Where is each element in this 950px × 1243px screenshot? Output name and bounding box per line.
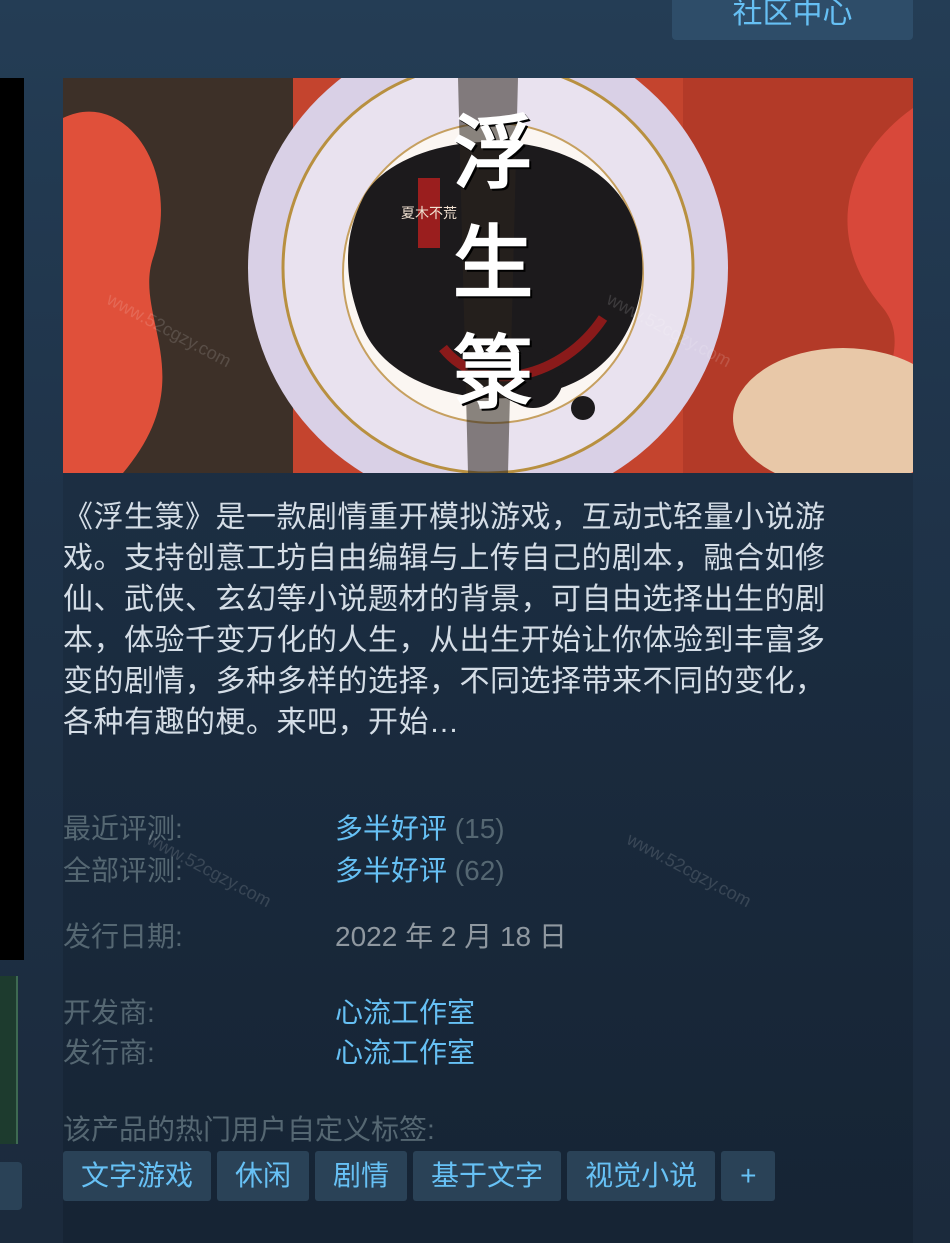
- user-tags-label: 该产品的热门用户自定义标签:: [63, 1114, 435, 1145]
- all-reviews-count: (62): [454, 855, 505, 886]
- media-carousel-edge: [0, 78, 24, 960]
- developer-label: 开发商:: [63, 997, 155, 1028]
- user-tags-list: 文字游戏 休闲 剧情 基于文字 视觉小说 +: [63, 1151, 776, 1201]
- recent-reviews-count: (15): [454, 813, 505, 844]
- screenshot-thumbnail[interactable]: [0, 976, 18, 1144]
- publisher-label: 发行商:: [63, 1037, 155, 1068]
- release-date-label: 发行日期:: [63, 921, 183, 952]
- tag-visual-novel[interactable]: 视觉小说: [567, 1151, 716, 1201]
- recent-reviews-label: 最近评测:: [63, 813, 183, 844]
- add-tag-button[interactable]: +: [721, 1151, 776, 1201]
- release-date-value: 2022 年 2 月 18 日: [335, 921, 567, 952]
- tag-text-based[interactable]: 基于文字: [413, 1151, 562, 1201]
- community-hub-button[interactable]: 社区中心: [672, 0, 913, 40]
- all-reviews-summary[interactable]: 多半好评 (62): [335, 854, 505, 888]
- tag-casual[interactable]: 休闲: [217, 1151, 310, 1201]
- recent-reviews-summary[interactable]: 多半好评 (15): [335, 812, 505, 846]
- game-description: 《浮生箓》是一款剧情重开模拟游戏，互动式轻量小说游戏。支持创意工坊自由编辑与上传…: [63, 501, 826, 739]
- tag-story[interactable]: 剧情: [315, 1151, 408, 1201]
- game-logo-text: 浮生箓: [453, 106, 533, 420]
- recent-reviews-score[interactable]: 多半好评: [335, 813, 447, 844]
- developer-link[interactable]: 心流工作室: [335, 996, 475, 1030]
- tag-text-based-game[interactable]: 文字游戏: [63, 1151, 212, 1201]
- publisher-link[interactable]: 心流工作室: [335, 1036, 475, 1070]
- game-header-image[interactable]: 夏木不荒 浮生箓: [63, 78, 913, 473]
- carousel-scroll-handle[interactable]: [0, 1162, 22, 1210]
- all-reviews-label: 全部评测:: [63, 855, 183, 886]
- all-reviews-score[interactable]: 多半好评: [335, 855, 447, 886]
